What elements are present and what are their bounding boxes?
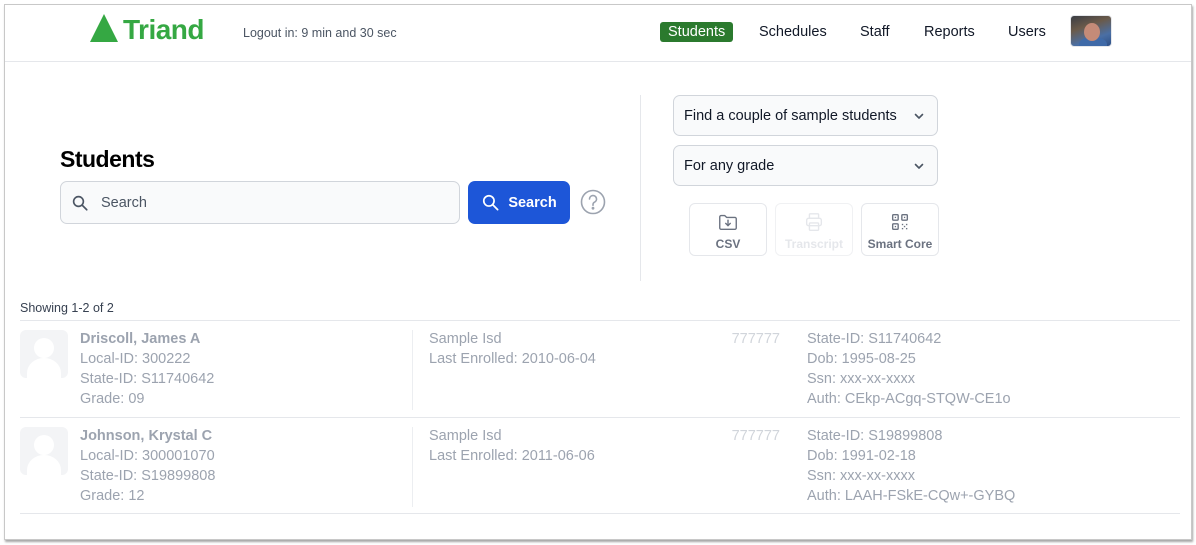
student-name[interactable]: Johnson, Krystal C [80, 426, 215, 446]
ssn: Ssn: xxx-xx-xxxx [807, 371, 915, 387]
district: Sample Isd [429, 428, 502, 444]
csv-label: CSV [715, 237, 741, 251]
student-details: State-ID: S19899808 Dob: 1991-02-18 Ssn:… [807, 426, 1015, 506]
top-navbar: Triand Logout in: 9 min and 30 sec Stude… [5, 5, 1191, 62]
state-id: State-ID: S11740642 [80, 371, 215, 387]
page-title: Students [60, 146, 155, 172]
search-icon [72, 195, 88, 211]
nav-schedules[interactable]: Schedules [751, 22, 835, 42]
student-row[interactable]: Driscoll, James A Local-ID: 300222 State… [20, 320, 1180, 417]
csv-export-button[interactable]: CSV [689, 203, 767, 256]
student-results-list: Driscoll, James A Local-ID: 300222 State… [20, 320, 1180, 514]
grade-select[interactable]: For any grade [673, 145, 938, 186]
sample-students-select[interactable]: Find a couple of sample students [673, 95, 938, 136]
district-code: 777777 [731, 331, 780, 347]
student-identity: Johnson, Krystal C Local-ID: 300001070 S… [80, 426, 215, 506]
user-avatar[interactable] [1070, 15, 1112, 47]
app-window: Triand Logout in: 9 min and 30 sec Stude… [4, 4, 1192, 540]
row-divider [412, 330, 413, 410]
auth-code: Auth: CEkp-ACgq-STQW-CE1o [807, 391, 1011, 407]
grade: Grade: 09 [80, 391, 145, 407]
last-enrolled: Last Enrolled: 2011-06-06 [429, 448, 595, 464]
search-button[interactable]: Search [468, 181, 570, 224]
results-count: Showing 1-2 of 2 [20, 301, 114, 315]
district-code: 777777 [731, 428, 780, 444]
transcript-button[interactable]: Transcript [775, 203, 853, 256]
search-button-label: Search [508, 194, 557, 211]
grade: Grade: 12 [80, 488, 145, 504]
smart-core-label: Smart Core [867, 237, 933, 251]
smart-core-button[interactable]: Smart Core [861, 203, 939, 256]
nav-reports[interactable]: Reports [916, 22, 983, 42]
enrollment-info: Sample Isd Last Enrolled: 2011-06-06 [429, 426, 595, 466]
folder-download-icon [719, 214, 737, 231]
nav-staff[interactable]: Staff [852, 22, 898, 42]
search-field[interactable] [60, 181, 460, 224]
dob: Dob: 1995-08-25 [807, 351, 916, 367]
printer-icon [805, 213, 823, 231]
search-icon [483, 194, 499, 211]
state-id-detail: State-ID: S19899808 [807, 428, 943, 444]
student-details: State-ID: S11740642 Dob: 1995-08-25 Ssn:… [807, 329, 1011, 409]
row-divider [412, 427, 413, 507]
nav-users[interactable]: Users [1000, 22, 1054, 42]
chevron-down-icon [914, 163, 924, 169]
student-avatar-placeholder-icon [20, 330, 68, 378]
district: Sample Isd [429, 331, 502, 347]
last-enrolled: Last Enrolled: 2010-06-04 [429, 351, 596, 367]
auth-code: Auth: LAAH-FSkE-CQw+-GYBQ [807, 488, 1016, 504]
state-id: State-ID: S19899808 [80, 468, 216, 484]
local-id: Local-ID: 300222 [80, 351, 191, 367]
question-circle-icon[interactable] [580, 189, 606, 215]
transcript-label: Transcript [784, 237, 844, 251]
sample-students-select-value: Find a couple of sample students [684, 107, 897, 124]
ssn: Ssn: xxx-xx-xxxx [807, 468, 915, 484]
qr-code-icon [891, 213, 909, 231]
student-name[interactable]: Driscoll, James A [80, 329, 214, 349]
student-row[interactable]: Johnson, Krystal C Local-ID: 300001070 S… [20, 417, 1180, 514]
panel-divider [640, 95, 641, 281]
state-id-detail: State-ID: S11740642 [807, 331, 942, 347]
dob: Dob: 1991-02-18 [807, 448, 916, 464]
grade-select-value: For any grade [684, 157, 775, 174]
chevron-down-icon [914, 113, 924, 119]
search-input[interactable] [101, 182, 459, 223]
student-identity: Driscoll, James A Local-ID: 300222 State… [80, 329, 214, 409]
enrollment-info: Sample Isd Last Enrolled: 2010-06-04 [429, 329, 596, 369]
main-nav: Students Schedules Staff Reports Users [5, 22, 1191, 46]
nav-students[interactable]: Students [660, 22, 734, 42]
student-avatar-placeholder-icon [20, 427, 68, 475]
local-id: Local-ID: 300001070 [80, 448, 215, 464]
